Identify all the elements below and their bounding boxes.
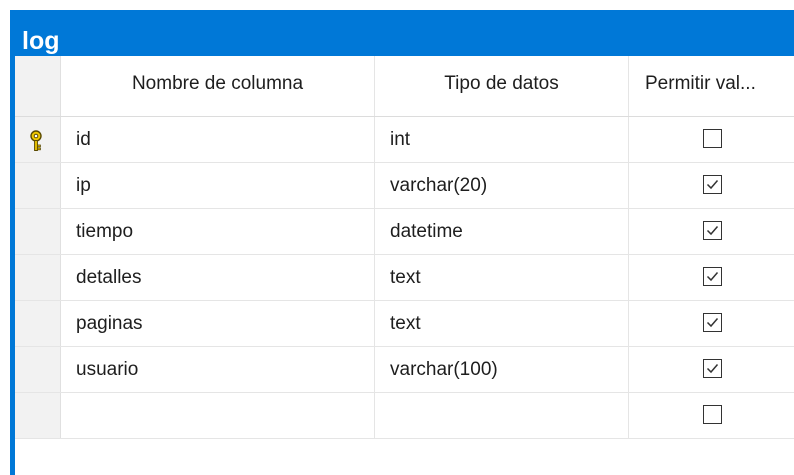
allow-nulls-checkbox[interactable] [703, 359, 722, 378]
allow-nulls-checkbox[interactable] [703, 405, 722, 424]
data-type-cell[interactable]: text [375, 255, 629, 300]
data-type-cell[interactable]: datetime [375, 209, 629, 254]
checkmark-icon [706, 226, 719, 236]
allow-nulls-checkbox[interactable] [703, 221, 722, 240]
data-type-cell[interactable]: text [375, 301, 629, 346]
column-header-name[interactable]: Nombre de columna [61, 56, 375, 116]
column-header-type[interactable]: Tipo de datos [375, 56, 629, 116]
row-selector[interactable] [15, 347, 61, 392]
column-name-cell[interactable]: id [61, 117, 375, 162]
row-selector[interactable] [15, 209, 61, 254]
allow-nulls-checkbox[interactable] [703, 129, 722, 148]
allow-nulls-cell [629, 255, 794, 300]
column-name-cell[interactable]: usuario [61, 347, 375, 392]
data-type-cell[interactable] [375, 393, 629, 438]
column-header-nullable[interactable]: Permitir val... [629, 56, 794, 116]
column-name-cell[interactable]: detalles [61, 255, 375, 300]
grid-header-row: Nombre de columna Tipo de datos Permitir… [15, 56, 794, 117]
table-title: log [22, 27, 60, 55]
column-name-cell[interactable]: ip [61, 163, 375, 208]
column-name-cell[interactable]: paginas [61, 301, 375, 346]
data-type-cell[interactable]: int [375, 117, 629, 162]
table-row-new[interactable] [15, 393, 794, 439]
checkmark-icon [706, 364, 719, 374]
allow-nulls-checkbox[interactable] [703, 267, 722, 286]
checkmark-icon [706, 318, 719, 328]
column-grid: Nombre de columna Tipo de datos Permitir… [15, 56, 794, 439]
header-row-selector [15, 56, 61, 116]
checkmark-icon [706, 272, 719, 282]
allow-nulls-checkbox[interactable] [703, 313, 722, 332]
column-name-cell[interactable] [61, 393, 375, 438]
table-row[interactable]: usuario varchar(100) [15, 347, 794, 393]
title-bar: log [15, 10, 794, 56]
table-row[interactable]: id int [15, 117, 794, 163]
allow-nulls-cell [629, 117, 794, 162]
data-type-cell[interactable]: varchar(20) [375, 163, 629, 208]
row-selector[interactable] [15, 163, 61, 208]
table-row[interactable]: tiempo datetime [15, 209, 794, 255]
row-selector[interactable] [15, 255, 61, 300]
row-selector[interactable] [15, 301, 61, 346]
allow-nulls-checkbox[interactable] [703, 175, 722, 194]
allow-nulls-cell [629, 163, 794, 208]
allow-nulls-cell [629, 301, 794, 346]
allow-nulls-cell [629, 209, 794, 254]
column-name-cell[interactable]: tiempo [61, 209, 375, 254]
table-row[interactable]: ip varchar(20) [15, 163, 794, 209]
table-row[interactable]: paginas text [15, 301, 794, 347]
key-icon [30, 130, 42, 151]
allow-nulls-cell [629, 393, 794, 438]
checkmark-icon [706, 180, 719, 190]
data-type-cell[interactable]: varchar(100) [375, 347, 629, 392]
row-selector[interactable] [15, 393, 61, 438]
row-selector[interactable] [15, 117, 61, 162]
table-row[interactable]: detalles text [15, 255, 794, 301]
allow-nulls-cell [629, 347, 794, 392]
table-designer-window: log Nombre de columna Tipo de datos Perm… [10, 10, 794, 475]
